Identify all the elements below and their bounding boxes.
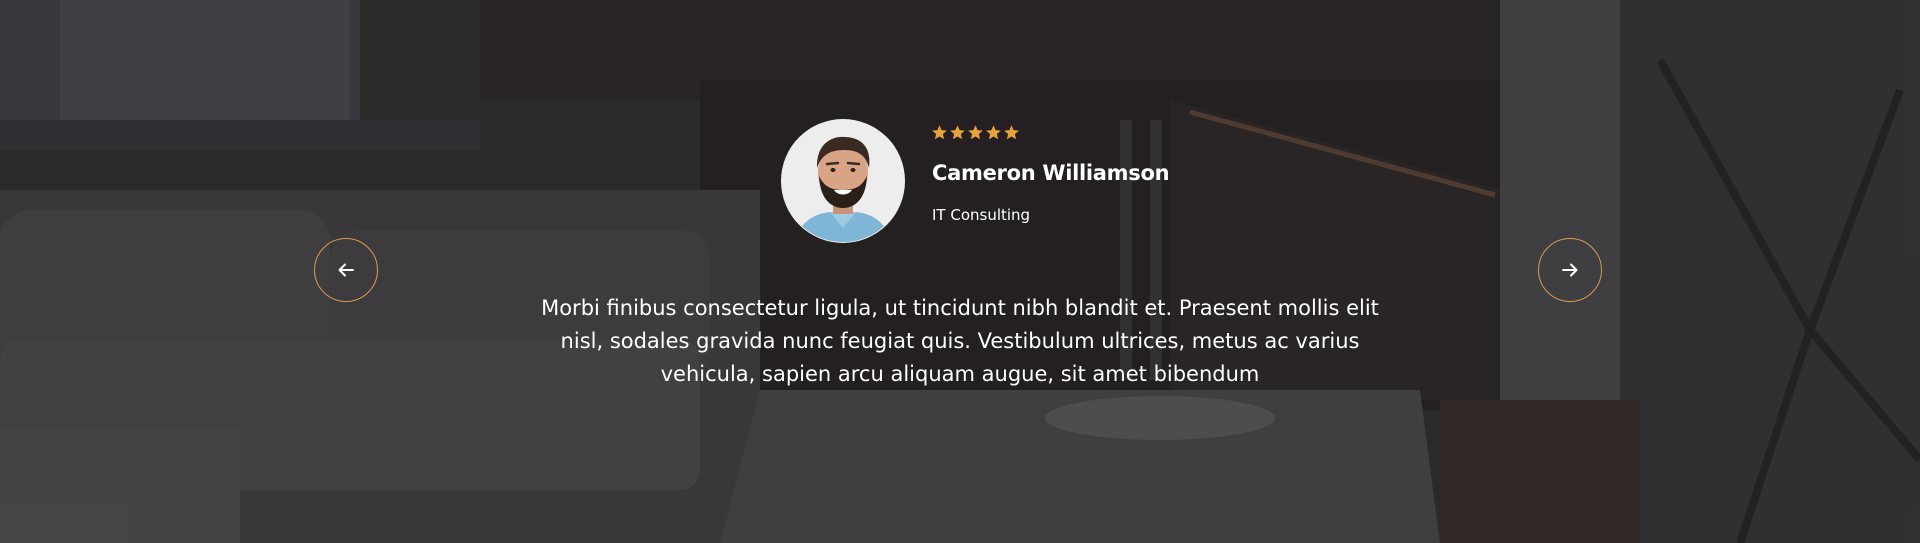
avatar xyxy=(781,119,905,243)
star-rating xyxy=(931,124,1020,144)
previous-button[interactable] xyxy=(314,238,378,302)
testimonial-quote: Morbi finibus consectetur ligula, ut tin… xyxy=(541,296,1379,386)
star-icon xyxy=(950,125,965,140)
next-button[interactable] xyxy=(1538,238,1602,302)
star-icon xyxy=(932,125,947,140)
star-icon xyxy=(1004,125,1019,140)
testimonial-section: Cameron Williamson IT Consulting Morbi f… xyxy=(0,0,1920,543)
arrow-left-icon xyxy=(337,261,355,279)
star-icon xyxy=(968,125,983,140)
reviewer-name: Cameron Williamson xyxy=(932,161,1170,185)
reviewer-role: IT Consulting xyxy=(932,206,1031,224)
arrow-right-icon xyxy=(1561,261,1579,279)
star-icon xyxy=(986,125,1001,140)
